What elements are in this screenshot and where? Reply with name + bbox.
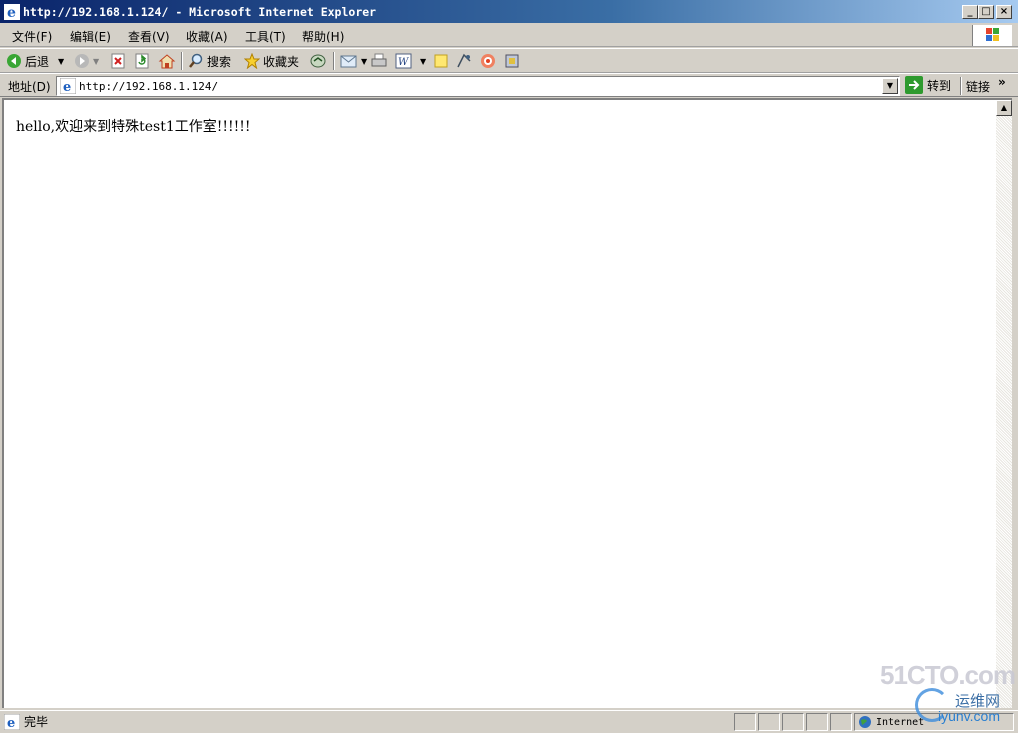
vertical-scrollbar[interactable]: ▲ [996,98,1012,708]
status-pane [830,713,852,731]
menu-view[interactable]: 查看(V) [128,28,170,45]
address-field[interactable]: e http://192.168.1.124/ ▼ [56,76,900,96]
address-label: 地址(D) [8,80,51,94]
menu-tools[interactable]: 工具(T) [245,28,286,45]
note-icon [434,54,448,68]
back-label: 后退 [25,54,50,69]
toolbar-separator [960,77,962,95]
forward-button[interactable]: ▼ [74,52,99,70]
favorites-button[interactable]: 收藏夹 [244,52,299,70]
standard-toolbar: 后退 ▼ ▼ 搜索 收藏夹 ▼ W ▼ [0,48,1018,73]
menu-bar: 文件(F) 编辑(E) 查看(V) 收藏(A) 工具(T) 帮助(H) [0,24,1018,47]
favorites-label: 收藏夹 [263,54,300,69]
mail-icon [340,55,357,68]
page-text: hello,欢迎来到特殊test1工作室!!!!!! [16,119,251,135]
zone-text: Internet [876,716,925,728]
tools-button[interactable] [504,52,520,70]
globe-icon [859,716,871,728]
media-icon [310,54,326,68]
mail-dropdown-icon[interactable]: ▼ [361,57,367,66]
page-content: hello,欢迎来到特殊test1工作室!!!!!! [2,98,996,708]
home-icon [158,54,176,69]
print-button[interactable] [371,52,387,70]
status-pane [806,713,828,731]
menu-file[interactable]: 文件(F) [12,28,52,45]
messenger-icon [457,53,471,68]
research-button[interactable] [480,52,496,70]
back-button[interactable]: 后退 ▼ [6,52,64,70]
back-arrow-icon [7,54,21,68]
search-label: 搜索 [207,54,232,69]
go-label: 转到 [927,78,952,93]
menu-favorites[interactable]: 收藏(A) [186,28,228,45]
title-bar[interactable]: e http://192.168.1.124/ - Microsoft Inte… [0,0,1018,24]
close-button[interactable]: × [996,5,1012,19]
scroll-up-icon[interactable]: ▲ [996,100,1012,116]
search-button[interactable]: 搜索 [188,52,231,70]
puzzle-icon [505,54,519,68]
toolbar-separator [181,52,183,70]
svg-text:W: W [398,57,409,68]
window-title: http://192.168.1.124/ - Microsoft Intern… [23,5,377,19]
status-pane [758,713,780,731]
print-icon [371,53,387,67]
menu-help[interactable]: 帮助(H) [302,28,344,45]
links-label[interactable]: 链接 [966,78,990,95]
home-button[interactable] [158,52,176,70]
go-button[interactable]: 转到 [905,76,951,94]
minimize-button[interactable]: _ [962,5,978,19]
discuss-button[interactable] [433,52,449,70]
address-bar: 地址(D) e http://192.168.1.124/ ▼ 转到 链接 » [0,73,1018,97]
word-icon: W [395,53,412,69]
menu-edit[interactable]: 编辑(E) [70,28,111,45]
mail-button[interactable]: ▼ [340,52,367,70]
refresh-icon [135,53,149,69]
toolbar-separator [333,52,335,70]
status-bar: e 完毕 Internet [0,710,1018,733]
address-value[interactable]: http://192.168.1.124/ [79,80,218,93]
back-dropdown-icon[interactable]: ▼ [58,57,64,66]
svg-text:e: e [7,716,15,730]
edit-dropdown-icon[interactable]: ▼ [420,57,426,66]
windows-flag-icon [986,28,999,41]
edit-button[interactable]: W ▼ [395,52,426,70]
svg-text:e: e [63,80,71,94]
maximize-button[interactable]: □ [978,5,994,19]
stop-button[interactable] [110,52,126,70]
forward-dropdown-icon[interactable]: ▼ [93,57,99,66]
target-icon [481,54,495,68]
address-dropdown-icon[interactable]: ▼ [882,78,898,94]
status-message: e 完毕 [4,713,48,730]
ie-icon: e [4,4,20,20]
go-arrow-icon [905,76,923,94]
status-pane [734,713,756,731]
messenger-button[interactable] [456,52,472,70]
svg-text:e: e [7,5,16,20]
media-button[interactable] [309,52,327,70]
star-icon [244,53,260,69]
search-icon [189,53,203,68]
status-pane [782,713,804,731]
page-done-icon: e [4,713,20,730]
stop-icon [111,53,125,69]
windows-logo [972,25,1012,46]
page-ie-icon: e [60,78,76,94]
refresh-button[interactable] [134,52,150,70]
watermark-51cto: 51CTO.com [880,660,1016,690]
watermark-iyunv: iyunv.com [938,708,1000,724]
status-text: 完毕 [24,715,49,729]
chevron-right-icon[interactable]: » [998,75,1006,89]
forward-arrow-icon [75,54,89,68]
